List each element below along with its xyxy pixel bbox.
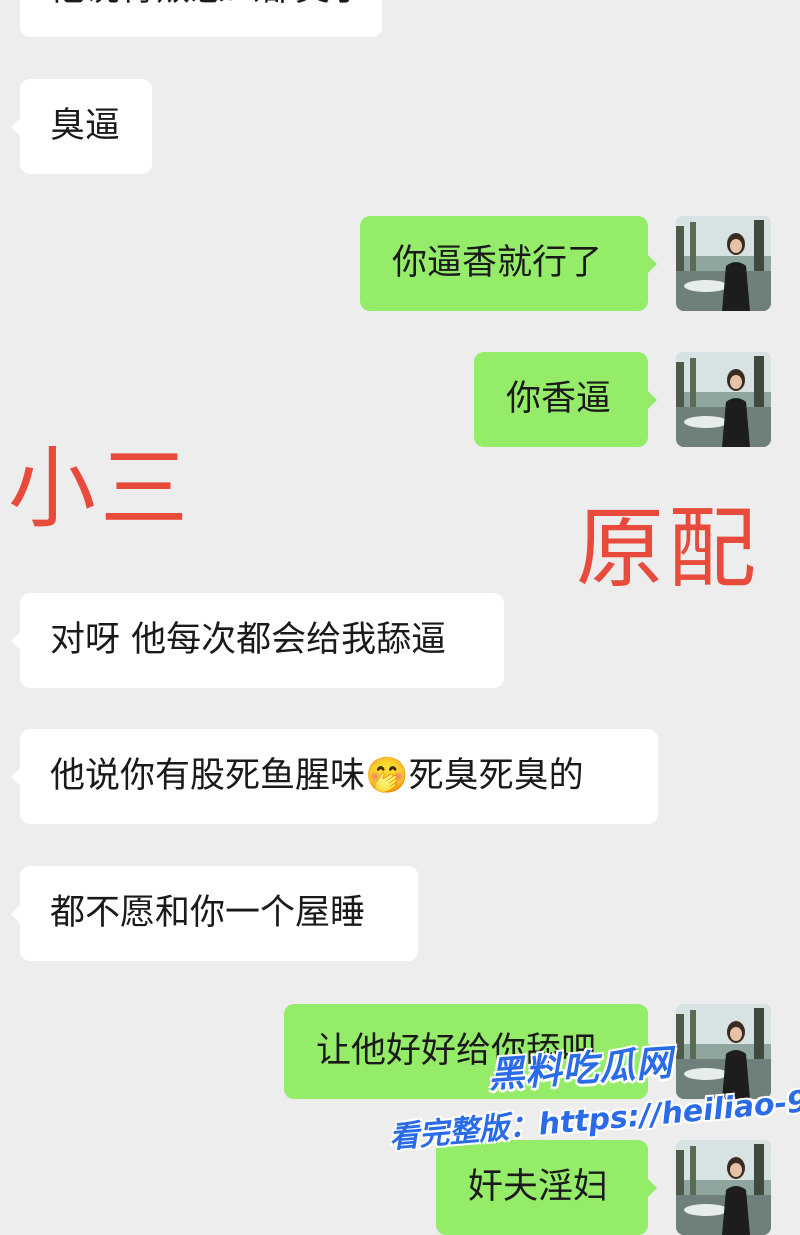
- message-text: 你香逼: [506, 379, 612, 419]
- message-bubble-3: 你逼香就行了: [360, 216, 657, 311]
- avatar-photo-icon: [676, 216, 771, 311]
- avatar-photo-icon: [676, 1140, 771, 1235]
- message-bubble-9: 奸夫淫妇: [436, 1140, 657, 1235]
- message-bubble-1: 他说背叛怎么都臭了: [20, 0, 382, 37]
- avatar[interactable]: [676, 1140, 771, 1235]
- message-text: 他说你有股死鱼腥味🤭死臭死臭的: [50, 756, 584, 796]
- avatar[interactable]: [676, 216, 771, 311]
- message-text: 奸夫淫妇: [468, 1167, 609, 1207]
- avatar[interactable]: [676, 352, 771, 447]
- message-bubble-4: 你香逼: [474, 352, 657, 447]
- message-bubble-6: 他说你有股死鱼腥味🤭死臭死臭的: [11, 729, 658, 824]
- avatar-photo-icon: [676, 352, 771, 447]
- right-party-label: 原配: [576, 497, 761, 600]
- message-bubble-7: 都不愿和你一个屋睡: [11, 866, 418, 961]
- message-bubble-5: 对呀 他每次都会给我舔逼: [11, 593, 504, 688]
- message-bubble-2: 臭逼: [11, 79, 152, 174]
- message-text: 你逼香就行了: [392, 243, 603, 283]
- message-text: 都不愿和你一个屋睡: [50, 893, 366, 933]
- message-text: 臭逼: [50, 106, 121, 146]
- message-text: 他说背叛怎么都臭了: [50, 0, 365, 9]
- left-party-label: 小三: [8, 437, 193, 540]
- message-text: 对呀 他每次都会给我舔逼: [50, 620, 447, 660]
